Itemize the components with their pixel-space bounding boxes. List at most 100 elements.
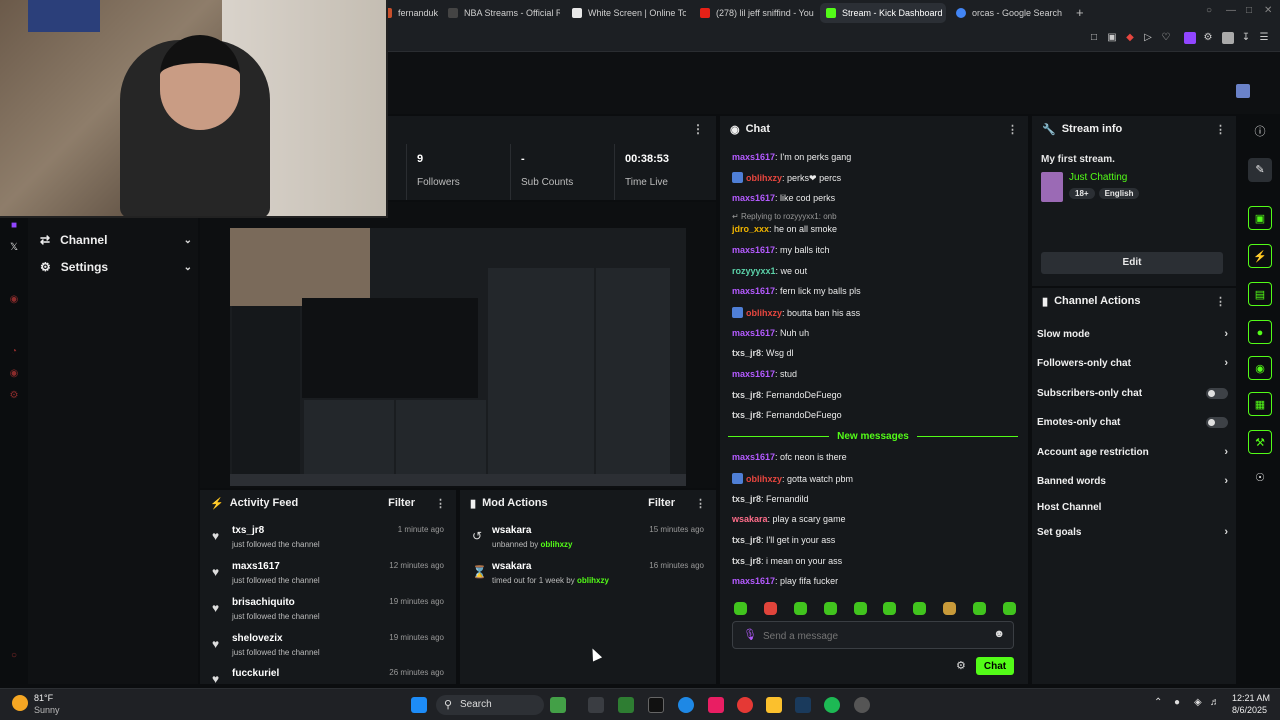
opera-icon[interactable] xyxy=(737,697,753,713)
edit-icon[interactable]: ✎ xyxy=(1248,158,1272,182)
tab-google-search[interactable]: orcas - Google Search xyxy=(950,3,1062,23)
category-thumbnail[interactable] xyxy=(1041,172,1063,202)
emote-icon[interactable] xyxy=(823,602,837,615)
maximize-icon[interactable]: □ xyxy=(1246,5,1252,16)
emote-icon[interactable] xyxy=(1002,602,1016,615)
tray-chevron-icon[interactable]: ⌃ xyxy=(1154,697,1162,708)
twitch-extension-icon[interactable] xyxy=(1184,32,1196,44)
tab-white-screen[interactable]: White Screen | Online To xyxy=(566,3,686,23)
filter-button[interactable]: Filter xyxy=(648,497,675,509)
chat-username[interactable]: txs_jr8 xyxy=(732,348,761,358)
chat-username[interactable]: maxs1617 xyxy=(732,328,775,338)
emote-icon[interactable] xyxy=(763,602,777,615)
obs-icon[interactable] xyxy=(854,697,870,713)
emoji-icon[interactable]: ☻ xyxy=(993,628,1005,640)
epic-games-icon[interactable] xyxy=(648,697,664,713)
chat-username[interactable]: jdro_xxx xyxy=(732,224,769,234)
extensions-icon[interactable]: ⚙ xyxy=(1202,32,1214,44)
category-link[interactable]: Just Chatting xyxy=(1069,172,1127,183)
menu-icon[interactable]: ☰ xyxy=(1258,32,1270,44)
send-chat-button[interactable]: Chat xyxy=(976,657,1014,675)
download-icon[interactable]: ↧ xyxy=(1240,32,1252,44)
play-icon[interactable]: ▷ xyxy=(1142,32,1154,44)
more-icon[interactable]: ⋮ xyxy=(1007,123,1018,136)
chat-username[interactable]: txs_jr8 xyxy=(732,535,761,545)
notes-icon[interactable]: ▤ xyxy=(1248,282,1272,306)
more-icon[interactable]: ⋮ xyxy=(1215,123,1226,136)
xbox-icon[interactable] xyxy=(618,697,634,713)
chat-username[interactable]: oblihxzy xyxy=(746,308,782,318)
emotes-only-toggle[interactable] xyxy=(1206,416,1228,428)
chat-input[interactable] xyxy=(763,628,983,644)
screenshot-icon[interactable]: ▣ xyxy=(1106,32,1118,44)
emote-icon[interactable] xyxy=(943,602,957,615)
sidebar-item-channel[interactable]: ⇄ Channel ⌄ xyxy=(40,230,192,250)
clip-icon[interactable]: ▣ xyxy=(1248,206,1272,230)
steam-icon[interactable] xyxy=(795,697,811,713)
chat-username[interactable]: maxs1617 xyxy=(732,369,775,379)
wrench-icon[interactable]: ⚒ xyxy=(1248,430,1272,454)
followers-only-item[interactable]: Followers-only chat › xyxy=(1032,352,1236,374)
emote-icon[interactable] xyxy=(883,602,897,615)
ga-icon[interactable]: ○ xyxy=(8,650,20,662)
shape-icon[interactable]: ◉ xyxy=(8,368,20,380)
weather-icon[interactable] xyxy=(12,695,28,711)
heart-icon[interactable]: ♡ xyxy=(1160,32,1172,44)
more-icon[interactable]: ⋮ xyxy=(435,497,446,510)
red-circle-icon[interactable]: ◉ xyxy=(8,294,20,306)
minimize-icon[interactable]: — xyxy=(1226,5,1236,16)
emote-icon[interactable] xyxy=(913,602,927,615)
chat-username[interactable]: txs_jr8 xyxy=(732,390,761,400)
filter-button[interactable]: Filter xyxy=(388,497,415,509)
broadcast-icon[interactable]: ◉ xyxy=(1248,356,1272,380)
new-messages-divider[interactable]: New messages xyxy=(728,430,1018,442)
emote-icon[interactable] xyxy=(973,602,986,615)
twitch-icon[interactable]: ■ xyxy=(8,220,20,232)
more-icon[interactable]: ⋮ xyxy=(695,497,706,510)
tab-kick-dashboard[interactable]: Stream - Kick Dashboard xyxy=(820,3,946,23)
volume-icon[interactable]: ♬ xyxy=(1210,697,1220,708)
chat-bubble-icon[interactable]: ● xyxy=(1248,320,1272,344)
emote-icon[interactable] xyxy=(793,602,807,615)
clock-icon[interactable]: ◔ xyxy=(8,346,20,358)
chat-username[interactable]: maxs1617 xyxy=(732,193,775,203)
spotify-icon[interactable] xyxy=(824,697,840,713)
set-goals-item[interactable]: Set goals › xyxy=(1032,521,1236,543)
settings-icon[interactable]: ⚙ xyxy=(8,390,20,402)
share-icon[interactable]: ☉ xyxy=(1248,466,1272,490)
subscribers-only-toggle[interactable] xyxy=(1206,387,1228,399)
microphone-icon[interactable]: 🎙 xyxy=(743,628,757,641)
shield-icon[interactable]: ◆ xyxy=(1124,32,1136,44)
chat-username[interactable]: maxs1617 xyxy=(732,152,775,162)
account-age-item[interactable]: Account age restriction › xyxy=(1032,441,1236,463)
chat-username[interactable]: oblihxzy xyxy=(746,173,782,183)
chat-username[interactable]: txs_jr8 xyxy=(732,410,761,420)
chat-username[interactable]: txs_jr8 xyxy=(732,494,761,504)
task-view-icon[interactable] xyxy=(588,697,604,713)
host-channel-item[interactable]: Host Channel xyxy=(1032,496,1236,518)
tools-icon[interactable]: ▦ xyxy=(1248,392,1272,416)
windows-start-icon[interactable] xyxy=(411,697,427,713)
clock-date[interactable]: 8/6/2025 xyxy=(1232,705,1267,715)
chat-username[interactable]: maxs1617 xyxy=(732,576,775,586)
tab-nba-streams[interactable]: NBA Streams - Official Re xyxy=(442,3,560,23)
chat-username[interactable]: rozyyyxx1 xyxy=(732,266,776,276)
gear-icon[interactable]: ⚙ xyxy=(956,659,966,672)
banned-words-item[interactable]: Banned words › xyxy=(1032,470,1236,492)
more-icon[interactable]: ⋮ xyxy=(1215,295,1226,308)
edge-icon[interactable] xyxy=(678,697,694,713)
x-icon[interactable]: 𝕏 xyxy=(8,242,20,254)
tab-youtube[interactable]: (278) lil jeff sniffind - You xyxy=(694,3,814,23)
lightning-icon[interactable]: ⚡ xyxy=(1248,244,1272,268)
close-icon[interactable]: ✕ xyxy=(1264,5,1272,16)
new-tab-button[interactable]: + xyxy=(1076,5,1084,20)
chat-username[interactable]: txs_jr8 xyxy=(732,556,761,566)
chat-username[interactable]: maxs1617 xyxy=(732,245,775,255)
info-icon[interactable]: ⓘ xyxy=(1248,120,1272,144)
microphone-icon[interactable]: ● xyxy=(1174,697,1180,708)
emote-icon[interactable] xyxy=(734,602,747,615)
wifi-icon[interactable]: ◈ xyxy=(1194,697,1202,708)
edit-button[interactable]: Edit xyxy=(1041,252,1223,274)
sidebar-item-settings[interactable]: ⚙ Settings ⌄ xyxy=(40,257,192,277)
avatar[interactable] xyxy=(1222,32,1234,44)
